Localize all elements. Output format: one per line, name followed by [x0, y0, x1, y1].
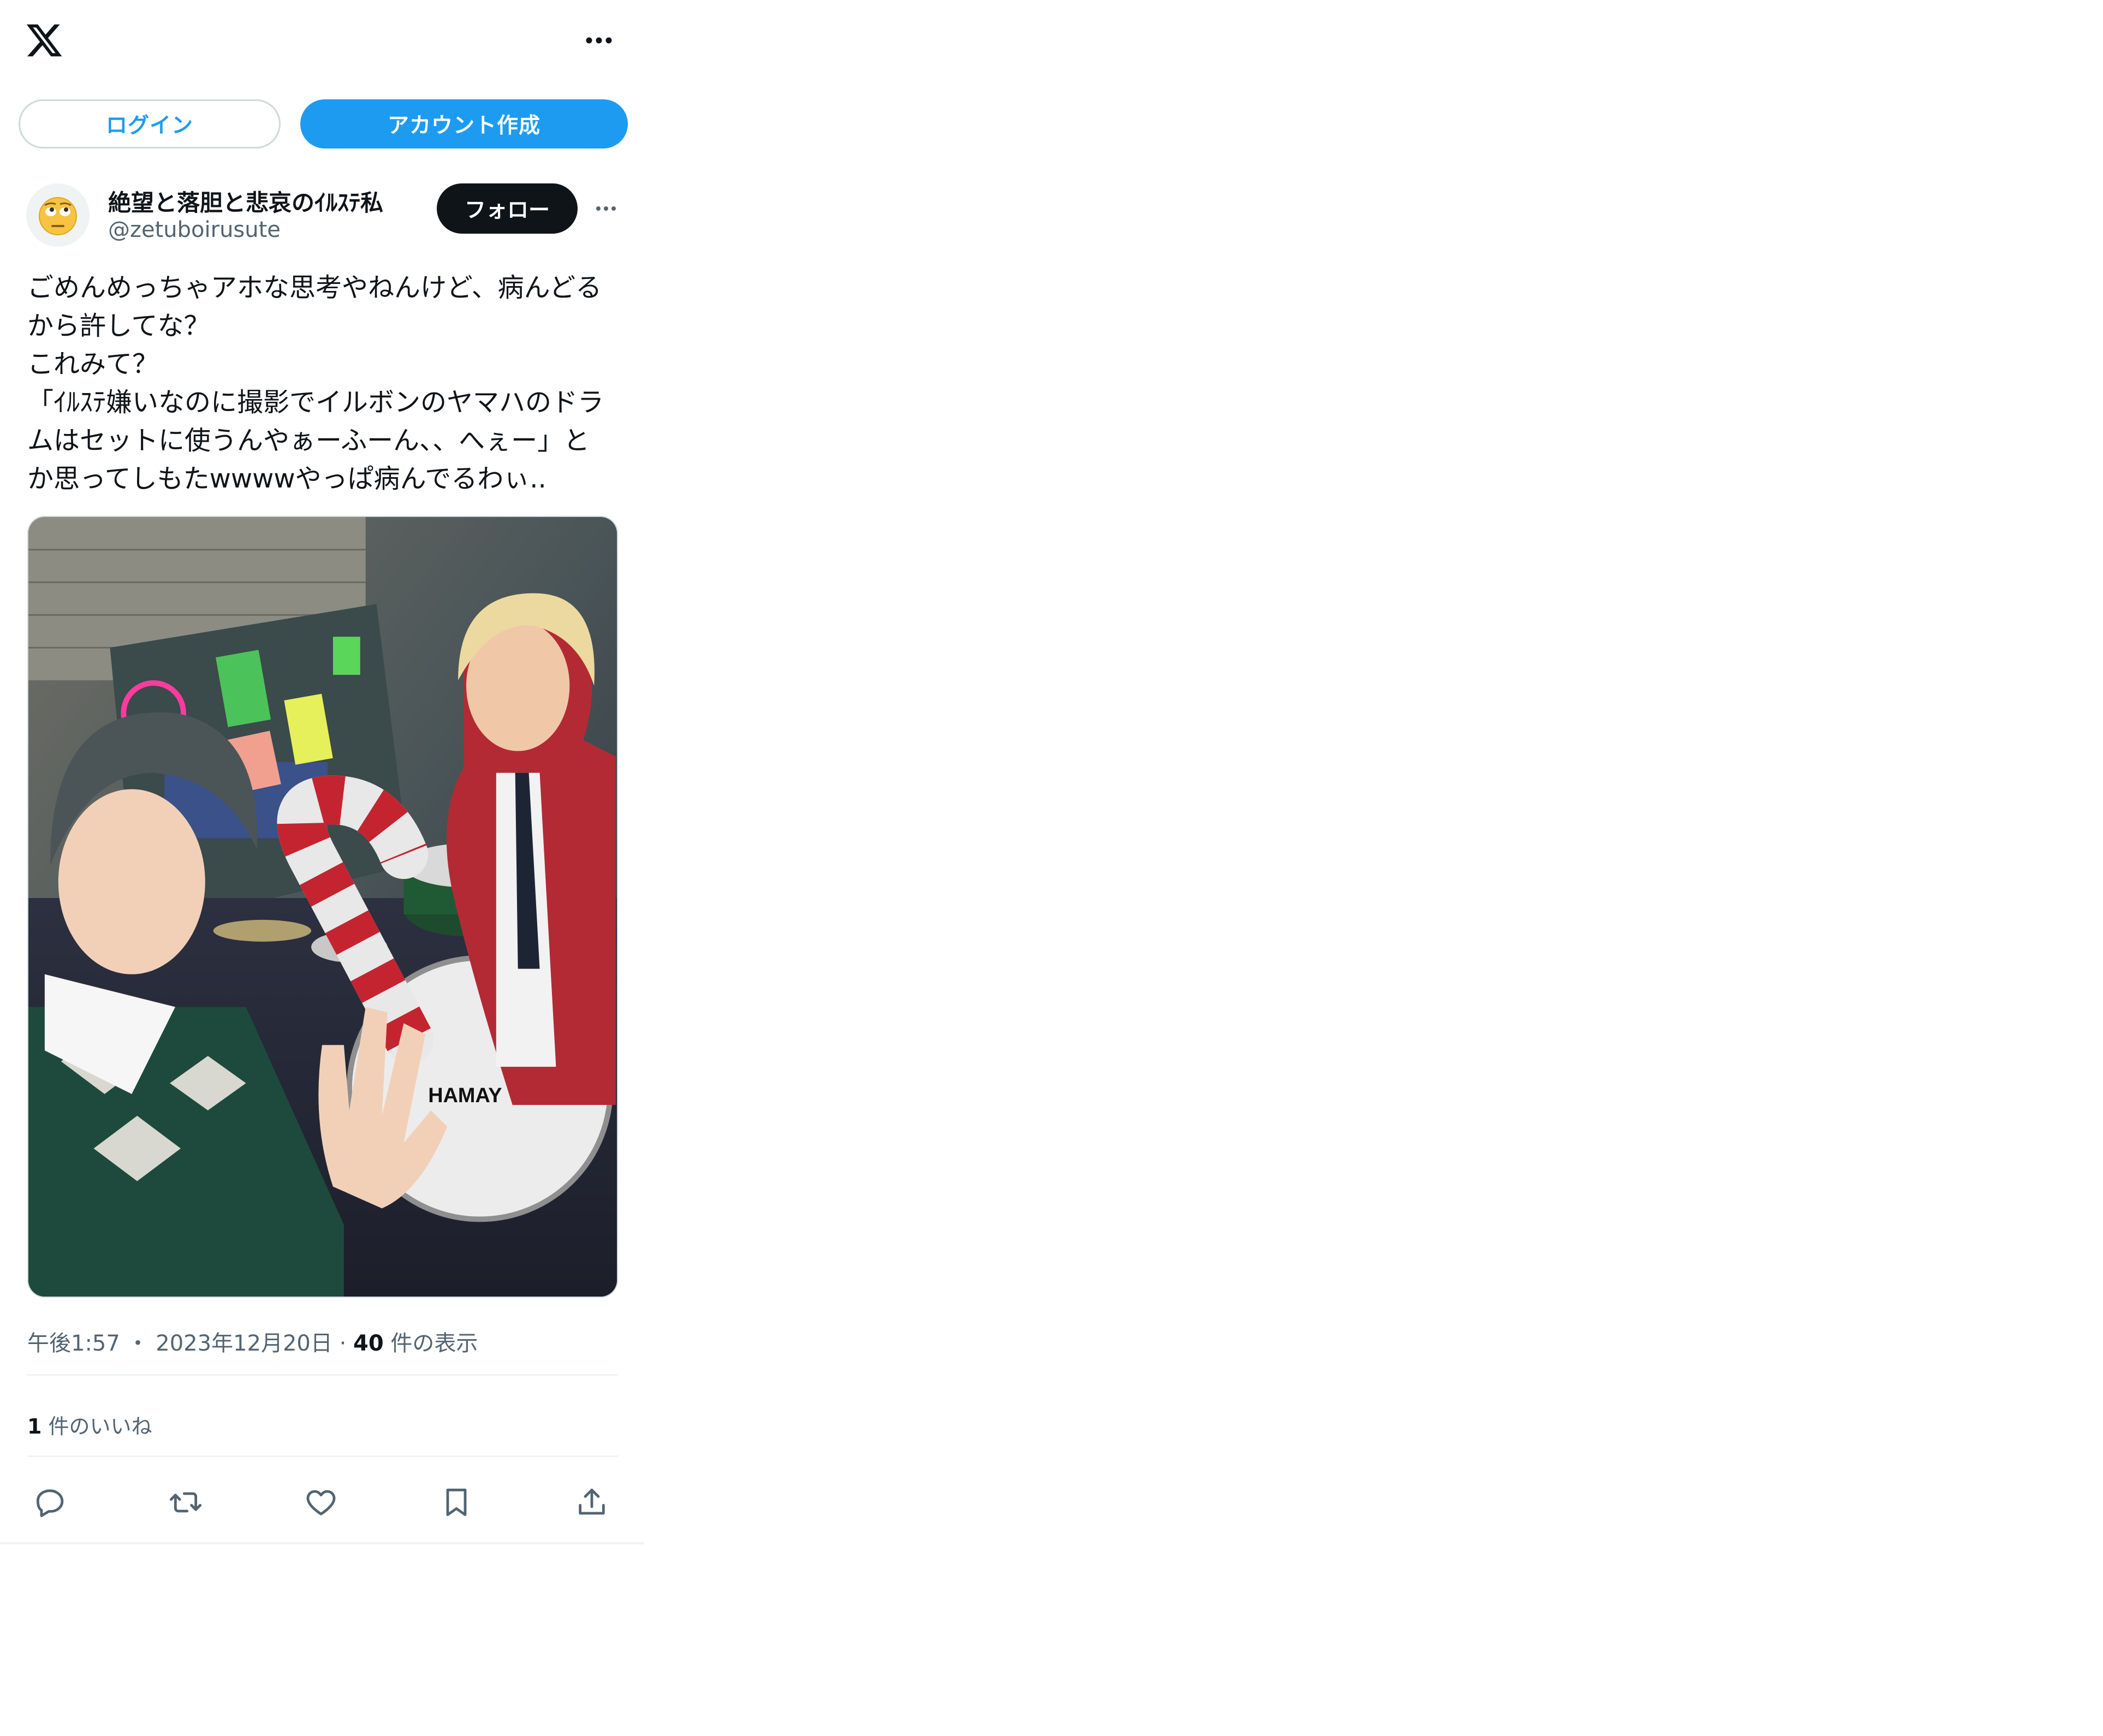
likes-label: 件のいいね: [48, 1414, 152, 1438]
tweet-column: ログイン アカウント作成 絶望と落胆と悲哀のｲﾙｽﾃ私 @zetuboirusu…: [0, 0, 644, 1544]
reply-icon[interactable]: [33, 1485, 68, 1520]
divider: [27, 1455, 618, 1457]
face-with-rolling-eyes-emoji: [39, 197, 77, 235]
tweet-photo[interactable]: HAMAY: [27, 516, 618, 1298]
likes-summary[interactable]: 1 件のいいね: [27, 1410, 152, 1440]
tweet-meta: 午後1:57 ・ 2023年12月20日 · 40 件の表示: [27, 1331, 478, 1356]
likes-count: 1: [27, 1414, 42, 1438]
tweet-time[interactable]: 午後1:57: [27, 1331, 120, 1356]
views-label: 件の表示: [390, 1331, 478, 1356]
avatar[interactable]: [26, 183, 90, 247]
share-icon[interactable]: [574, 1485, 609, 1520]
like-icon[interactable]: [304, 1485, 338, 1520]
views-count: 40: [353, 1331, 384, 1356]
more-horizontal-icon[interactable]: [582, 26, 616, 55]
bookmark-icon[interactable]: [439, 1485, 474, 1520]
photo-image: HAMAY: [28, 517, 617, 1297]
login-button[interactable]: ログイン: [19, 99, 281, 148]
author-name[interactable]: 絶望と落胆と悲哀のｲﾙｽﾃ私: [108, 185, 383, 218]
tweet-date[interactable]: 2023年12月20日: [156, 1331, 332, 1356]
divider: [27, 1374, 618, 1376]
tweet-text: ごめんめっちゃアホな思考やねんけど、病んどる から許してな？ これみて？ 「ｲﾙ…: [27, 272, 604, 494]
create-account-button[interactable]: アカウント作成: [300, 99, 628, 148]
retweet-icon[interactable]: [168, 1485, 203, 1520]
author-handle[interactable]: @zetuboirusute: [108, 217, 281, 242]
follow-button[interactable]: フォロー: [437, 183, 578, 234]
x-logo-icon[interactable]: [25, 21, 64, 60]
tweet-more-icon[interactable]: [594, 199, 618, 218]
photo-drum-text: HAMAY: [428, 1084, 502, 1107]
